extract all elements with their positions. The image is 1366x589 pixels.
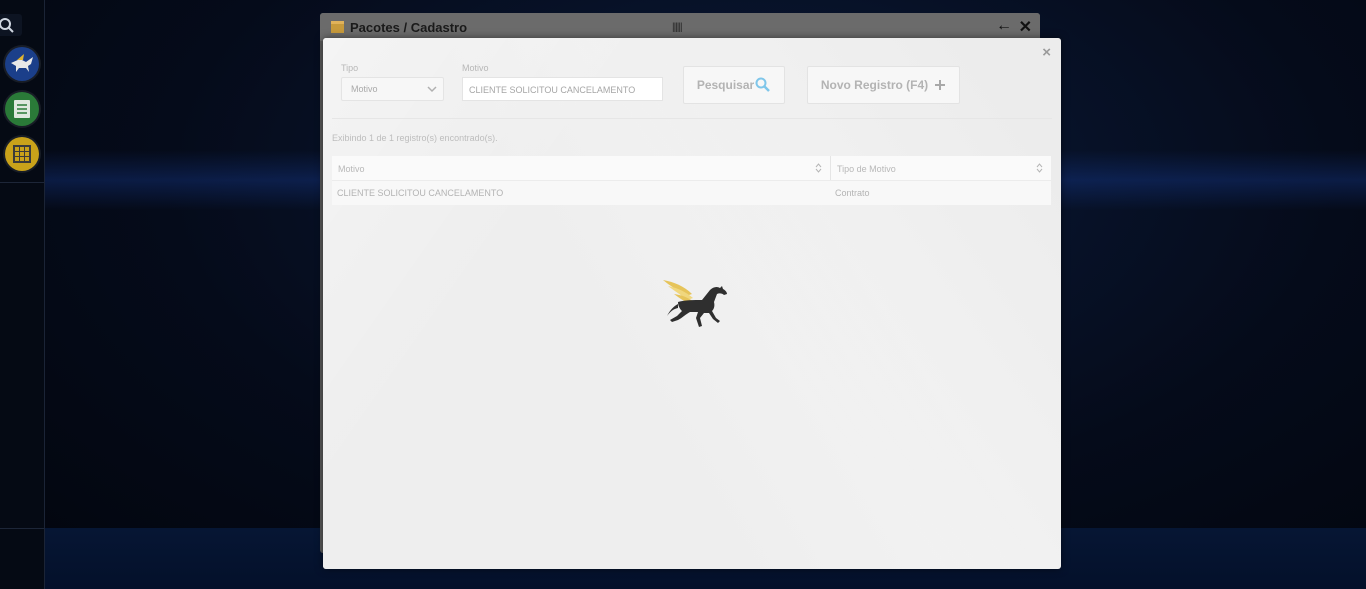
dock-app-pegasus[interactable] — [5, 47, 39, 81]
left-dock — [0, 0, 45, 589]
pegasus-app-icon — [11, 54, 33, 72]
search-icon — [0, 18, 14, 33]
dock-app-list[interactable] — [5, 92, 39, 126]
tipo-select[interactable]: Motivo — [341, 77, 444, 101]
tipo-label: Tipo — [341, 63, 359, 73]
dock-search-button[interactable] — [0, 14, 22, 36]
sort-icon — [1036, 163, 1043, 173]
column-header-tipo-de-motivo[interactable]: Tipo de Motivo — [831, 156, 1051, 180]
sort-icon — [815, 163, 822, 173]
motivo-label: Motivo — [462, 63, 489, 73]
table-cell-tipo: Contrato — [835, 188, 870, 198]
modal-close-icon[interactable]: × — [1042, 44, 1051, 61]
column-header-label: Tipo de Motivo — [837, 164, 896, 174]
search-button-label: Pesquisar — [696, 78, 755, 92]
search-button[interactable]: Pesquisar — [683, 66, 785, 104]
result-count: Exibindo 1 de 1 registro(s) encontrado(s… — [332, 133, 498, 143]
table-cell-motivo: CLIENTE SOLICITOU CANCELAMENTO — [337, 188, 504, 198]
column-header-motivo[interactable]: Motivo — [332, 156, 831, 180]
drag-handle[interactable]: |||||| — [672, 22, 683, 33]
chevron-down-icon — [427, 86, 437, 93]
arrow-left-icon[interactable]: ← — [996, 17, 1012, 35]
new-record-button-label: Novo Registro (F4) — [820, 78, 929, 92]
grid-app-icon — [13, 145, 31, 163]
search-modal: × Tipo Motivo Motivo CLIENTE SOLICITOU C… — [323, 38, 1061, 569]
table-header: Motivo Tipo de Motivo — [332, 156, 1051, 181]
window-title: Pacotes / Cadastro — [350, 20, 468, 35]
background-window-titlebar[interactable]: Pacotes / Cadastro |||||| ← ✕ — [320, 13, 1040, 41]
column-header-label: Motivo — [338, 164, 365, 174]
new-record-button[interactable]: Novo Registro (F4) — [807, 66, 960, 104]
close-icon[interactable]: ✕ — [1019, 17, 1032, 37]
dock-app-grid[interactable] — [5, 137, 39, 171]
divider — [332, 118, 1052, 119]
package-icon — [331, 21, 344, 33]
table-row[interactable]: CLIENTE SOLICITOU CANCELAMENTO Contrato — [332, 181, 1051, 205]
tipo-select-value: Motivo — [351, 84, 378, 94]
dock-divider — [0, 182, 44, 183]
pegasus-loader-icon — [663, 280, 727, 327]
plus-icon — [935, 80, 946, 90]
list-app-icon — [14, 100, 30, 118]
dock-divider-bottom — [0, 528, 44, 529]
motivo-input[interactable]: CLIENTE SOLICITOU CANCELAMENTO — [462, 77, 663, 101]
search-icon — [755, 77, 771, 92]
